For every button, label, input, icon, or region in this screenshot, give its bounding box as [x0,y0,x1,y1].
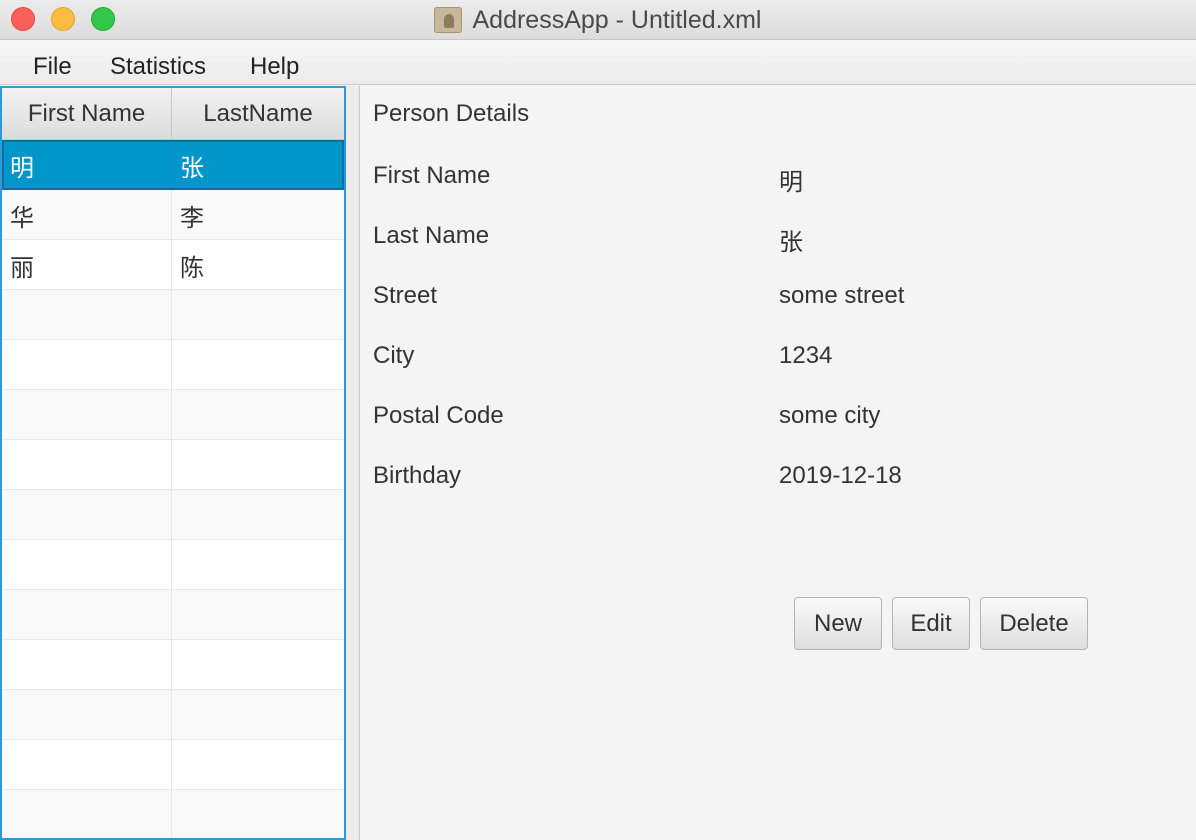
last-name-label: Last Name [373,222,490,249]
column-header-last-name[interactable]: LastName [172,88,344,140]
cell-last-name: 李 [180,204,204,232]
cell-last-name [172,490,344,540]
cell-last-name: 张 [180,154,204,182]
table-row[interactable] [2,340,344,390]
cell-first-name: 丽 [2,240,172,290]
cell-first-name: 华 [2,190,172,240]
table-row[interactable] [2,540,344,590]
menu-statistics[interactable]: Statistics [110,53,206,81]
table-row[interactable] [2,490,344,540]
birthday-value: 2019-12-18 [779,462,902,489]
column-header-first-name[interactable]: First Name [2,88,172,140]
cell-first-name [2,540,172,590]
cell-first-name [2,340,172,390]
city-value: 1234 [779,342,833,369]
table-row[interactable] [2,590,344,640]
menu-bar: File Statistics Help [0,40,1196,85]
cell-first-name [2,290,172,340]
cell-last-name: 陈 [180,254,204,282]
last-name-value: 张 [779,229,803,256]
table-row[interactable]: 明张 [2,140,344,190]
cell-first-name [2,440,172,490]
cell-last-name [172,640,344,690]
table-row[interactable]: 丽陈 [2,240,344,290]
cell-first-name [2,590,172,640]
person-details-panel: Person Details First Name 明 Last Name 张 … [361,86,1196,840]
cell-last-name [172,690,344,740]
first-name-label: First Name [373,162,491,189]
details-title: Person Details [373,100,530,127]
menu-file[interactable]: File [33,53,72,81]
table-row[interactable] [2,290,344,340]
postal-code-label: Postal Code [373,402,504,429]
table-row[interactable] [2,740,344,790]
street-value: some street [779,282,905,309]
table-row[interactable] [2,390,344,440]
window-title: AddressApp - Untitled.xml [472,5,762,34]
split-pane-divider[interactable] [346,86,360,840]
cell-last-name [172,290,344,340]
title-bar: AddressApp - Untitled.xml [0,0,1196,40]
cell-first-name [2,790,172,838]
address-book-icon [434,7,463,33]
table-header: First Name LastName [2,88,344,140]
table-row[interactable] [2,440,344,490]
cell-first-name [2,740,172,790]
cell-first-name [2,690,172,740]
postal-code-value: some city [779,402,881,429]
cell-last-name [172,390,344,440]
person-table[interactable]: First Name LastName 明张华李丽陈 [0,86,346,840]
first-name-value: 明 [779,169,803,196]
city-label: City [373,342,415,369]
street-label: Street [373,282,438,309]
cell-first-name [2,490,172,540]
table-row[interactable] [2,690,344,740]
cell-last-name [172,790,344,838]
table-row[interactable] [2,790,344,838]
birthday-label: Birthday [373,462,462,489]
table-row[interactable]: 华李 [2,190,344,240]
delete-button[interactable]: Delete [980,597,1088,650]
cell-last-name [172,540,344,590]
menu-help[interactable]: Help [250,53,299,81]
cell-last-name [172,740,344,790]
cell-first-name [2,640,172,690]
new-button[interactable]: New [794,597,882,650]
cell-last-name [172,590,344,640]
table-row[interactable] [2,640,344,690]
edit-button[interactable]: Edit [892,597,970,650]
cell-first-name: 明 [2,140,172,190]
cell-last-name [172,340,344,390]
table-body: 明张华李丽陈 [2,140,344,838]
window-title-group: AddressApp - Untitled.xml [0,0,1196,40]
cell-last-name [172,440,344,490]
cell-first-name [2,390,172,440]
